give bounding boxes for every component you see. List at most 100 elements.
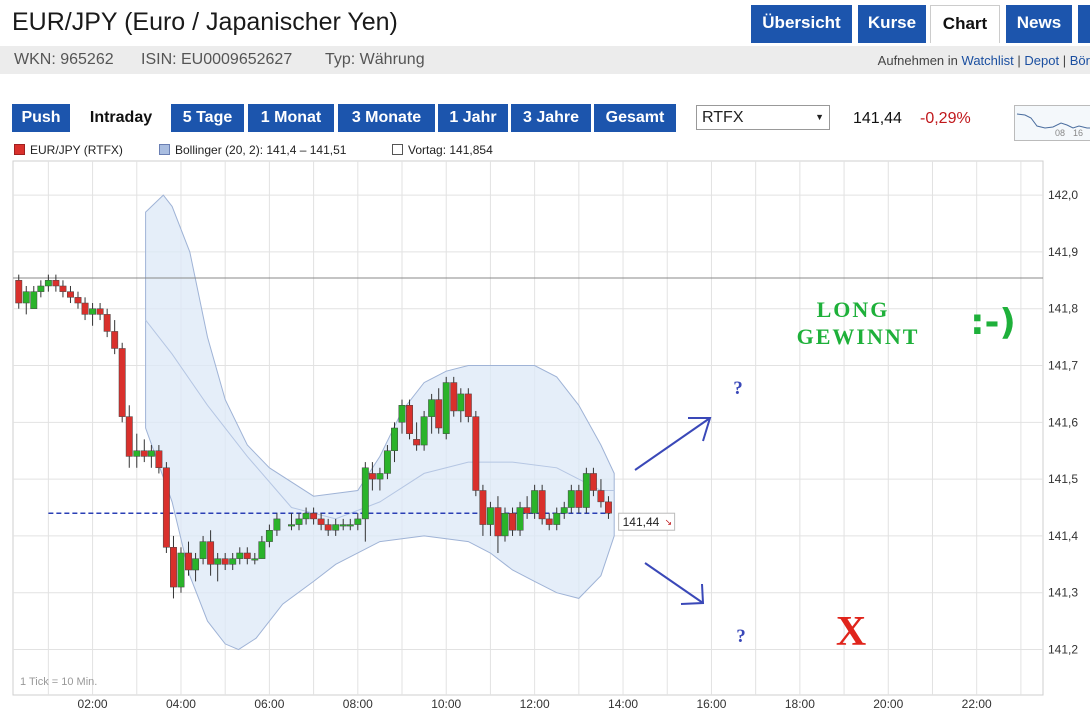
last-price-marker: 141,44 ↘	[618, 512, 676, 531]
x-tick-label: 22:00	[962, 697, 992, 711]
x-tick-label: 20:00	[873, 697, 903, 711]
candle-body	[472, 416, 480, 491]
candle-body	[494, 507, 502, 537]
candle-body	[361, 467, 369, 520]
x-tick-label: 16:00	[696, 697, 726, 711]
candle	[15, 274, 23, 309]
candle-body	[140, 450, 148, 457]
candle	[406, 399, 413, 440]
candle-body	[103, 314, 111, 332]
candle-body	[199, 541, 207, 559]
candle-body	[22, 291, 30, 304]
candle-body	[368, 473, 376, 480]
candle-body	[177, 552, 185, 588]
candle-body	[354, 518, 362, 525]
annotation-long: LONG	[817, 297, 890, 322]
candle-body	[258, 541, 266, 559]
question-mark-up: ?	[733, 378, 743, 399]
candle-body	[302, 512, 310, 520]
arrow-up-right-icon	[634, 417, 711, 471]
candle-body	[428, 399, 436, 417]
y-tick-label: 141,4	[1048, 529, 1078, 543]
candle-body	[295, 518, 303, 525]
arrow-down-right-icon: ↘	[665, 518, 673, 528]
candle-body	[435, 399, 443, 429]
candle-body	[251, 558, 259, 561]
candle-body	[170, 547, 177, 588]
candle	[177, 547, 185, 593]
x-tick-label: 04:00	[166, 697, 196, 711]
y-tick-label: 141,7	[1048, 359, 1078, 373]
candle-body	[457, 393, 465, 412]
candle-body	[582, 473, 590, 508]
candle-body	[52, 280, 60, 287]
candle-body	[575, 490, 583, 508]
question-mark-down: ?	[736, 626, 746, 647]
candle-body	[567, 490, 575, 508]
candle-body	[89, 308, 97, 315]
candle	[118, 342, 126, 423]
candle-body	[376, 473, 384, 480]
x-tick-label: 02:00	[78, 697, 108, 711]
candle-body	[317, 518, 325, 525]
y-tick-label: 141,3	[1048, 586, 1078, 600]
candle-body	[406, 405, 413, 434]
candle-body	[501, 512, 509, 537]
y-tick-label: 142,0	[1048, 188, 1078, 202]
candle-body	[288, 524, 295, 527]
candle	[140, 439, 148, 463]
x-tick-label: 06:00	[254, 697, 284, 711]
candle-body	[545, 518, 553, 525]
arrow-down-right-icon	[644, 562, 704, 604]
candle	[582, 467, 590, 514]
candle	[125, 405, 133, 468]
y-axis-ticks: 142,0 141,9 141,8 141,7 141,6 141,5 141,4 141,3…	[1048, 188, 1078, 656]
candle-body	[597, 490, 605, 503]
candle-body	[589, 473, 597, 491]
candle	[162, 462, 170, 553]
candle	[420, 410, 428, 451]
candle	[96, 303, 104, 321]
candle-body	[236, 552, 244, 559]
candle	[103, 308, 111, 338]
candle-body	[605, 501, 612, 514]
candle-body	[450, 382, 458, 412]
candle-body	[37, 285, 45, 292]
candle-body	[523, 507, 531, 514]
annotation-smiley: :-)	[970, 302, 1016, 343]
candle	[74, 291, 82, 309]
candle-body	[111, 331, 119, 349]
candle	[133, 433, 141, 468]
candle	[44, 274, 52, 292]
candle	[170, 535, 177, 599]
candle-body	[15, 280, 23, 304]
candle-body	[516, 507, 524, 531]
candle-body	[398, 405, 406, 423]
x-axis-ticks: 02:00 04:00 06:00 08:00 10:00 12:00 14:00 16:00…	[78, 697, 992, 711]
candle-body	[147, 450, 155, 457]
y-tick-label: 141,9	[1048, 245, 1078, 259]
candle-body	[553, 512, 561, 525]
candle-body	[442, 382, 450, 434]
candle-body	[339, 524, 347, 527]
y-tick-label: 141,2	[1048, 643, 1078, 657]
candle-body	[391, 427, 398, 451]
candle-body	[538, 490, 546, 520]
tick-note: 1 Tick = 10 Min.	[20, 676, 97, 688]
candle-body	[214, 558, 222, 565]
cross-mark-icon: X	[836, 609, 866, 655]
candle	[59, 280, 67, 298]
candle-body	[96, 308, 104, 315]
candle-body	[420, 416, 428, 446]
candle-body	[30, 291, 38, 309]
candle	[22, 285, 30, 315]
candle-body	[464, 393, 472, 417]
price-chart[interactable]: 142,0 141,9 141,8 141,7 141,6 141,5 141,4 141,3…	[0, 0, 1090, 717]
candle	[111, 320, 119, 355]
candle	[67, 285, 74, 304]
candle-body	[125, 416, 133, 457]
x-tick-label: 10:00	[431, 697, 461, 711]
candle	[442, 376, 450, 440]
annotation-gewinnt: GEWINNT	[797, 324, 920, 349]
x-tick-label: 18:00	[785, 697, 815, 711]
